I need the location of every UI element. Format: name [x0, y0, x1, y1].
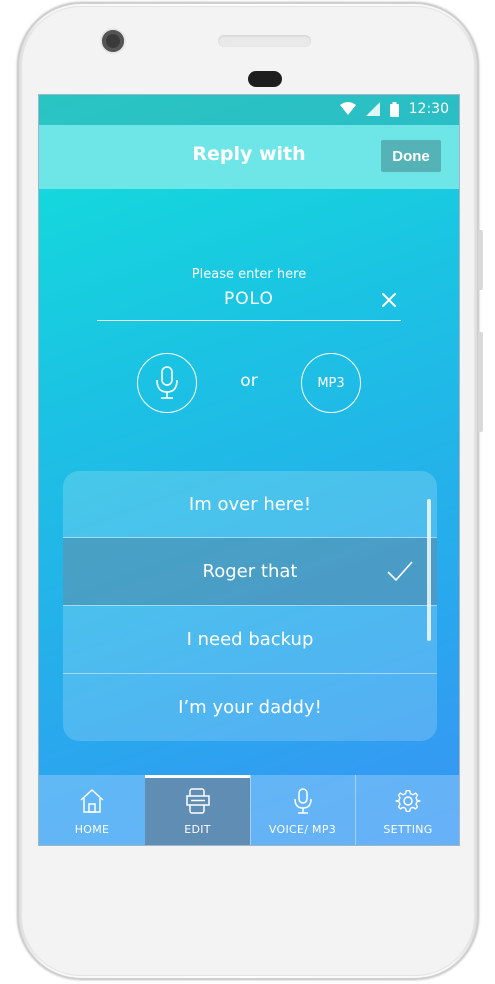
list-item-label: I’m your daddy! [178, 697, 322, 718]
mp3-button[interactable]: MP3 [301, 353, 361, 413]
list-item-label: I need backup [186, 629, 314, 650]
tab-setting[interactable]: SETTING [355, 775, 459, 845]
gear-icon [395, 790, 421, 812]
list-item-selected[interactable]: Roger that [63, 538, 437, 605]
clear-icon[interactable] [381, 292, 397, 308]
list-item-label: Roger that [202, 561, 298, 582]
or-label: or [240, 371, 258, 391]
reply-list: Im over here! Roger that I need backup I… [63, 471, 437, 741]
input-underline [97, 320, 401, 321]
tab-edit[interactable]: EDIT [145, 775, 250, 845]
tab-voice-mp3[interactable]: VOICE/ MP3 [250, 775, 355, 845]
signal-icon [365, 102, 380, 116]
tab-label: HOME [74, 823, 110, 836]
list-item[interactable]: I need backup [63, 606, 437, 673]
reply-input[interactable]: POLO [97, 289, 401, 309]
list-item[interactable]: I’m your daddy! [63, 674, 437, 741]
edit-icon [185, 788, 210, 814]
title-bar: Reply with Done [39, 125, 459, 189]
status-time: 12:30 [408, 101, 449, 117]
tab-home[interactable]: HOME [39, 775, 145, 845]
mic-icon [293, 788, 312, 814]
status-bar: 12:30 [39, 95, 459, 125]
tab-label: SETTING [383, 823, 433, 836]
bottom-tab-bar: HOME EDIT VOICE/ MP3 SETTING [39, 775, 459, 845]
list-item[interactable]: Im over here! [63, 471, 437, 538]
tab-label: EDIT [184, 823, 211, 836]
list-scrollbar[interactable] [427, 499, 431, 641]
battery-icon [389, 101, 399, 117]
earpiece [248, 71, 282, 87]
mic-icon [156, 366, 178, 399]
power-button [478, 230, 483, 290]
check-icon [387, 561, 413, 582]
screen: 12:30 Reply with Done Please enter here … [38, 94, 460, 846]
home-icon [80, 788, 104, 813]
list-item-label: Im over here! [188, 494, 312, 515]
done-button[interactable]: Done [381, 140, 441, 172]
volume-button [478, 332, 483, 432]
input-label: Please enter here [191, 267, 307, 282]
tab-label: VOICE/ MP3 [268, 823, 337, 836]
speaker-grill [218, 35, 311, 47]
record-voice-button[interactable] [137, 353, 197, 413]
wifi-icon [339, 102, 356, 115]
mp3-label: MP3 [317, 375, 345, 391]
front-camera [102, 30, 124, 52]
